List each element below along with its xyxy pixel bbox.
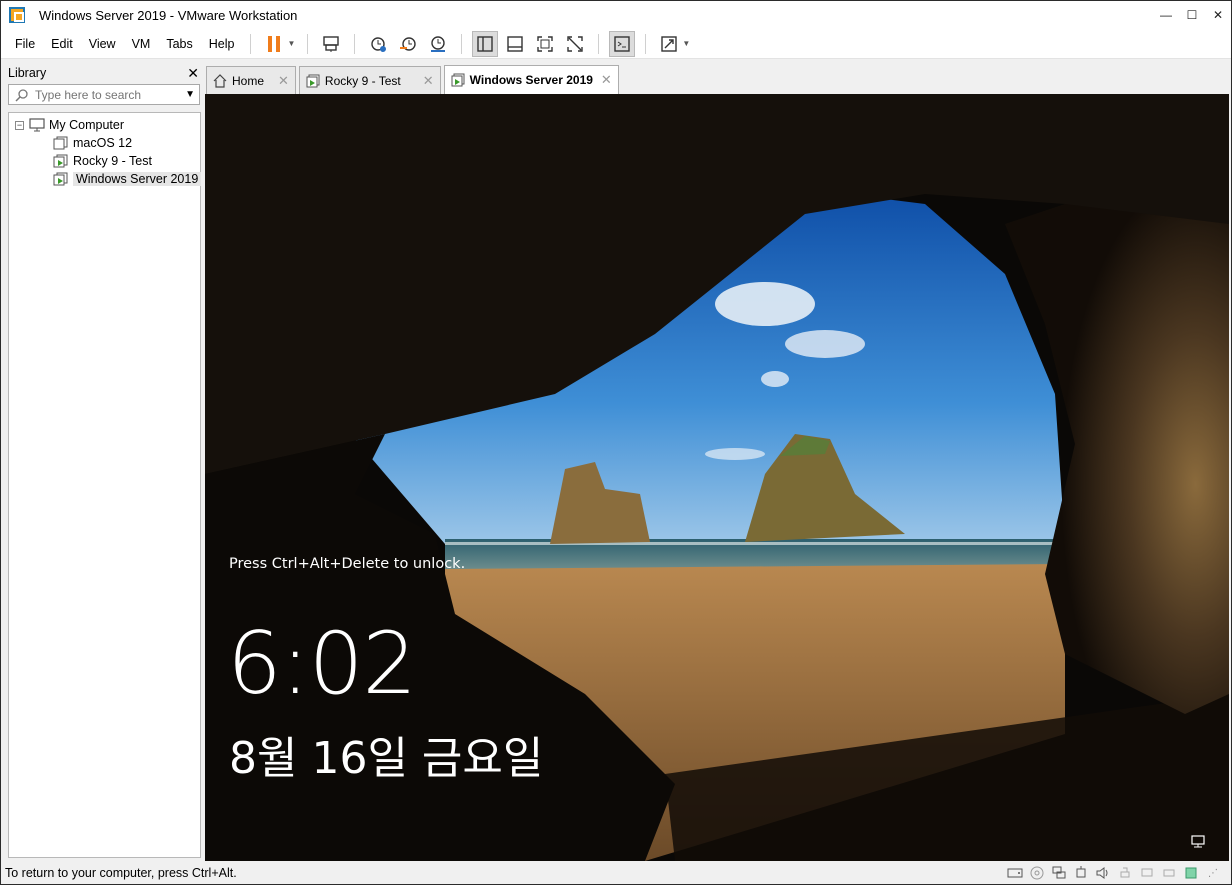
thumbnail-layout-icon xyxy=(507,35,524,52)
serial-port-icon[interactable] xyxy=(1159,865,1179,881)
vm-console[interactable]: Press Ctrl+Alt+Delete to unlock. 6:02 8월… xyxy=(205,94,1229,861)
menu-vm[interactable]: VM xyxy=(124,29,159,59)
vmware-window: Windows Server 2019 - VMware Workstation… xyxy=(0,0,1232,885)
tree-node-windows-server[interactable]: Windows Server 2019 xyxy=(53,170,202,188)
tab-close-icon[interactable]: ✕ xyxy=(278,73,289,89)
sound-icon[interactable] xyxy=(1093,865,1113,881)
search-input[interactable] xyxy=(35,87,175,102)
search-dropdown-icon[interactable]: ▼ xyxy=(185,89,195,100)
send-ctrl-alt-del-button[interactable] xyxy=(318,31,344,57)
printer-icon[interactable] xyxy=(1115,865,1135,881)
computer-icon xyxy=(29,118,45,132)
tab-close-icon[interactable]: ✕ xyxy=(423,73,434,89)
lockscreen-time: 6:02 xyxy=(227,614,417,714)
menu-tabs[interactable]: Tabs xyxy=(158,29,200,59)
cd-dvd-icon[interactable] xyxy=(1027,865,1047,881)
fullscreen-icon xyxy=(537,35,554,52)
status-bar: To return to your computer, press Ctrl+A… xyxy=(1,862,1231,884)
terminal-icon xyxy=(614,35,631,52)
toolbar-separator xyxy=(307,33,309,54)
tab-label: Rocky 9 - Test xyxy=(324,74,401,88)
tab-label: Windows Server 2019 xyxy=(469,73,593,87)
stretch-dropdown-icon[interactable]: ▼ xyxy=(682,39,690,48)
search-icon xyxy=(15,88,28,102)
menu-help[interactable]: Help xyxy=(201,29,243,59)
lockscreen-date: 8월 16일 금요일 xyxy=(229,733,544,784)
network-adapter-icon[interactable] xyxy=(1049,865,1069,881)
vm-running-icon xyxy=(306,74,320,88)
tree-node-my-computer[interactable]: − My Computer xyxy=(15,116,124,134)
vm-running-icon xyxy=(451,73,465,87)
stretch-icon xyxy=(661,35,678,52)
notes-icon[interactable] xyxy=(1181,865,1201,881)
stretch-guest-button[interactable] xyxy=(656,31,682,57)
keyboard-icon xyxy=(323,35,340,52)
toolbar-separator xyxy=(598,33,600,54)
tab-home[interactable]: Home ✕ xyxy=(206,66,296,95)
hard-disk-icon[interactable] xyxy=(1005,865,1025,881)
menu-edit[interactable]: Edit xyxy=(43,29,81,59)
vm-tree: − My Computer macOS 12 Rocky 9 - Test Wi… xyxy=(8,112,202,858)
revert-snapshot-button[interactable] xyxy=(395,31,421,57)
toolbar-separator xyxy=(461,33,463,54)
maximize-button[interactable]: ☐ xyxy=(1179,1,1205,29)
snapshot-clock-icon xyxy=(371,36,387,52)
full-screen-button[interactable] xyxy=(532,31,558,57)
unity-button[interactable] xyxy=(562,31,588,57)
title-bar: Windows Server 2019 - VMware Workstation… xyxy=(1,1,1231,29)
show-thumbnail-bar-button[interactable] xyxy=(502,31,528,57)
vm-icon xyxy=(53,136,68,150)
tree-node-rocky[interactable]: Rocky 9 - Test xyxy=(53,152,152,170)
suspend-button[interactable] xyxy=(261,31,287,57)
toolbar-separator xyxy=(645,33,647,54)
resize-grip-icon[interactable]: ⋰ xyxy=(1203,865,1223,881)
menu-toolbar: File Edit View VM Tabs Help ▼ ▼ xyxy=(1,29,1231,59)
window-title: Windows Server 2019 - VMware Workstation xyxy=(39,7,298,23)
tree-node-macos[interactable]: macOS 12 xyxy=(53,134,132,152)
snapshot-manager-icon xyxy=(431,35,446,52)
tab-windows-server[interactable]: Windows Server 2019 ✕ xyxy=(443,65,619,94)
tree-label: Rocky 9 - Test xyxy=(73,154,152,168)
unlock-message: Press Ctrl+Alt+Delete to unlock. xyxy=(229,556,466,572)
tree-label: Windows Server 2019 xyxy=(73,172,202,186)
sidebar-layout-icon xyxy=(477,35,494,52)
toolbar-separator xyxy=(250,33,252,54)
menu-file[interactable]: File xyxy=(7,29,43,59)
vmware-logo-icon xyxy=(9,7,25,23)
tab-label: Home xyxy=(232,74,265,88)
tab-rocky[interactable]: Rocky 9 - Test ✕ xyxy=(298,66,441,95)
show-library-button[interactable] xyxy=(472,30,499,57)
vm-tabs: Home ✕ Rocky 9 - Test ✕ Windows Server 2… xyxy=(206,65,622,95)
close-button[interactable]: ✕ xyxy=(1205,1,1231,29)
tree-label: My Computer xyxy=(49,118,125,132)
toolbar-separator xyxy=(354,33,356,54)
status-message: To return to your computer, press Ctrl+A… xyxy=(5,866,237,880)
pause-icon xyxy=(268,35,281,52)
take-snapshot-button[interactable] xyxy=(365,31,391,57)
unity-icon xyxy=(567,35,584,52)
tab-close-icon[interactable]: ✕ xyxy=(601,72,612,88)
home-icon xyxy=(213,74,227,88)
network-icon[interactable] xyxy=(1191,835,1207,849)
library-panel: Library ✕ ▼ − My Computer macOS 12 Rocky… xyxy=(5,62,203,860)
display-icon[interactable] xyxy=(1137,865,1157,881)
usb-icon[interactable] xyxy=(1071,865,1091,881)
power-dropdown-icon[interactable]: ▼ xyxy=(287,39,295,48)
console-view-button[interactable] xyxy=(609,30,636,57)
snapshot-manager-button[interactable] xyxy=(425,31,451,57)
revert-clock-icon xyxy=(400,36,417,51)
menu-view[interactable]: View xyxy=(81,29,124,59)
library-search[interactable]: ▼ xyxy=(8,84,200,105)
minimize-button[interactable]: — xyxy=(1153,1,1179,29)
tree-label: macOS 12 xyxy=(73,136,133,150)
library-close-button[interactable]: ✕ xyxy=(187,65,199,82)
library-title: Library xyxy=(8,66,47,80)
collapse-icon[interactable]: − xyxy=(15,120,24,130)
vm-running-icon xyxy=(53,172,68,186)
vm-running-icon xyxy=(53,154,68,168)
